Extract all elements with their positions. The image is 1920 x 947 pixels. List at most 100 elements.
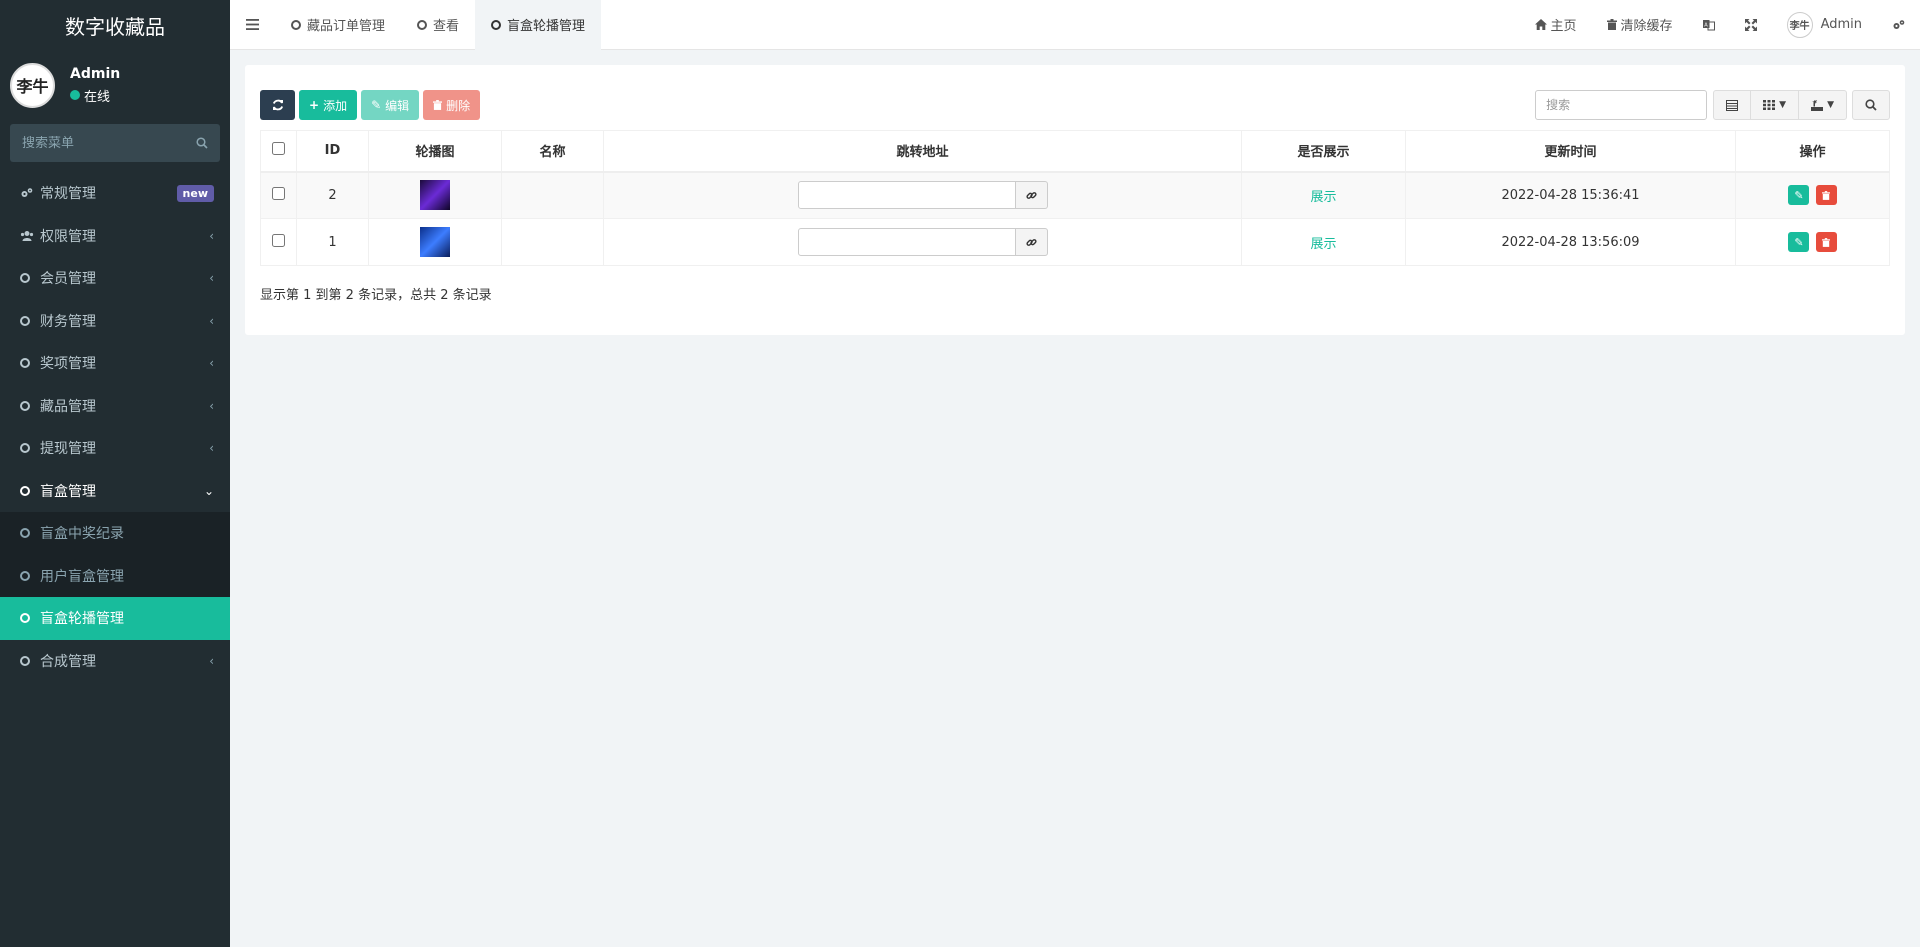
carousel-thumbnail[interactable] <box>420 180 450 211</box>
cell-id: 2 <box>296 171 369 219</box>
trash-icon <box>1822 190 1831 200</box>
caret-down-icon: ▼ <box>1827 100 1834 110</box>
table-search-input[interactable] <box>1535 90 1708 120</box>
header-url[interactable]: 跳转地址 <box>603 130 1242 173</box>
fullscreen-button[interactable] <box>1730 0 1772 50</box>
circle-icon <box>417 19 428 30</box>
cell-actions: ✎ <box>1735 218 1890 266</box>
carousel-thumbnail[interactable] <box>420 227 450 257</box>
select-all-checkbox[interactable] <box>272 142 285 156</box>
caret-down-icon: ▼ <box>1779 100 1787 110</box>
sidebar-item-general[interactable]: 常规管理 new <box>0 172 230 215</box>
header-id[interactable]: ID <box>296 130 369 173</box>
cell-name <box>501 218 604 266</box>
chevron-left-icon: ‹ <box>209 398 214 413</box>
clear-cache-button[interactable]: 清除缓存 <box>1592 0 1688 50</box>
sidebar-item-permission[interactable]: 权限管理 ‹ <box>0 215 230 258</box>
row-checkbox[interactable] <box>272 186 285 200</box>
home-link[interactable]: 主页 <box>1520 0 1592 50</box>
blindbox-submenu: 盲盒中奖纪录 用户盲盒管理 盲盒轮播管理 <box>0 512 230 640</box>
cell-name <box>501 171 604 219</box>
header-name[interactable]: 名称 <box>501 130 604 173</box>
sidebar-item-prize[interactable]: 奖项管理 ‹ <box>0 342 230 385</box>
cell-show-status[interactable]: 展示 <box>1241 218 1406 266</box>
open-link-button[interactable] <box>1015 228 1048 256</box>
row-delete-button[interactable] <box>1815 185 1837 206</box>
sidebar-item-synthesis[interactable]: 合成管理 ‹ <box>0 640 230 683</box>
export-icon <box>1811 99 1824 111</box>
home-icon <box>1534 19 1547 30</box>
grid-icon <box>1763 100 1776 110</box>
table-row: 2 展示 2022-04-28 15:36:41 ✎ <box>260 171 1890 219</box>
sidebar-item-blindbox[interactable]: 盲盒管理 ⌄ <box>0 470 230 513</box>
user-panel: 李牛 Admin 在线 <box>0 50 230 120</box>
header-updated[interactable]: 更新时间 <box>1405 130 1736 173</box>
pencil-icon: ✎ <box>1794 188 1804 202</box>
chevron-left-icon: ‹ <box>209 356 214 371</box>
brand-logo[interactable]: 数字收藏品 <box>0 0 230 50</box>
open-link-button[interactable] <box>1015 181 1048 210</box>
row-edit-button[interactable]: ✎ <box>1788 232 1810 252</box>
chevron-left-icon: ‹ <box>209 313 214 328</box>
row-delete-button[interactable] <box>1815 232 1837 252</box>
cell-show-status[interactable]: 展示 <box>1241 171 1406 219</box>
view-options-group: ▼ ▼ <box>1713 90 1847 120</box>
table-row: 1 展示 2022-04-28 13:56:09 ✎ <box>260 218 1890 266</box>
url-input[interactable] <box>797 228 1016 256</box>
toggle-view-button[interactable] <box>1713 90 1752 120</box>
add-button[interactable]: + 添加 <box>299 90 358 120</box>
sidebar-search <box>10 124 220 162</box>
circle-icon <box>20 443 30 454</box>
sidebar-item-blindbox-winning[interactable]: 盲盒中奖纪录 <box>0 512 230 555</box>
delete-label: 删除 <box>446 98 471 113</box>
svg-text:A: A <box>1704 22 1708 28</box>
sidebar-item-label: 权限管理 <box>40 228 96 245</box>
table-toolbar: + 添加 ✎ 编辑 删除 ▼ ▼ <box>260 90 1890 120</box>
cell-updated: 2022-04-28 13:56:09 <box>1405 218 1736 266</box>
new-badge: new <box>176 184 214 202</box>
row-edit-button[interactable]: ✎ <box>1788 185 1810 206</box>
settings-button[interactable] <box>1877 0 1920 50</box>
user-menu[interactable]: 李牛 Admin <box>1772 0 1877 50</box>
header-show[interactable]: 是否展示 <box>1241 130 1406 173</box>
sidebar-item-label: 合成管理 <box>40 653 96 670</box>
refresh-button[interactable] <box>260 90 295 120</box>
export-dropdown-button[interactable]: ▼ <box>1798 90 1847 120</box>
tab-blindbox-carousel[interactable]: 盲盒轮播管理 <box>475 0 602 50</box>
circle-icon <box>20 570 30 581</box>
hamburger-icon <box>246 19 259 30</box>
sidebar-item-collection[interactable]: 藏品管理 ‹ <box>0 385 230 428</box>
cell-url <box>603 218 1242 266</box>
sidebar-item-label: 盲盒轮播管理 <box>40 611 124 628</box>
sidebar-item-member[interactable]: 会员管理 ‹ <box>0 257 230 300</box>
page-tabs: 藏品订单管理 查看 盲盒轮播管理 <box>275 0 602 50</box>
search-icon[interactable] <box>196 137 208 149</box>
url-input[interactable] <box>797 181 1016 210</box>
trash-icon <box>433 100 443 110</box>
avatar: 李牛 <box>10 62 55 108</box>
columns-dropdown-button[interactable]: ▼ <box>1750 90 1800 120</box>
header-image[interactable]: 轮播图 <box>368 130 502 173</box>
tab-view[interactable]: 查看 <box>401 0 475 50</box>
sidebar-item-label: 盲盒中奖纪录 <box>40 526 124 543</box>
cell-image <box>368 218 502 266</box>
edit-button[interactable]: ✎ 编辑 <box>361 90 420 120</box>
sidebar-item-label: 奖项管理 <box>40 356 96 373</box>
sidebar-item-finance[interactable]: 财务管理 ‹ <box>0 300 230 343</box>
menu-toggle-button[interactable] <box>230 0 275 50</box>
row-checkbox[interactable] <box>272 233 285 247</box>
menu-search-input[interactable] <box>22 135 182 151</box>
sidebar-item-withdraw[interactable]: 提现管理 ‹ <box>0 427 230 470</box>
language-toggle-button[interactable]: A <box>1688 0 1730 50</box>
advanced-search-button[interactable] <box>1852 90 1890 120</box>
chevron-left-icon: ‹ <box>209 271 214 286</box>
tab-label: 盲盒轮播管理 <box>507 19 586 34</box>
admin-label: Admin <box>1820 17 1862 32</box>
search-icon <box>1865 99 1877 111</box>
tab-collection-orders[interactable]: 藏品订单管理 <box>275 0 401 50</box>
sidebar-item-user-blindbox[interactable]: 用户盲盒管理 <box>0 555 230 598</box>
sidebar-item-blindbox-carousel[interactable]: 盲盒轮播管理 <box>0 597 230 640</box>
delete-button[interactable]: 删除 <box>423 90 481 120</box>
cell-actions: ✎ <box>1735 171 1890 219</box>
language-icon: A <box>1702 19 1715 30</box>
